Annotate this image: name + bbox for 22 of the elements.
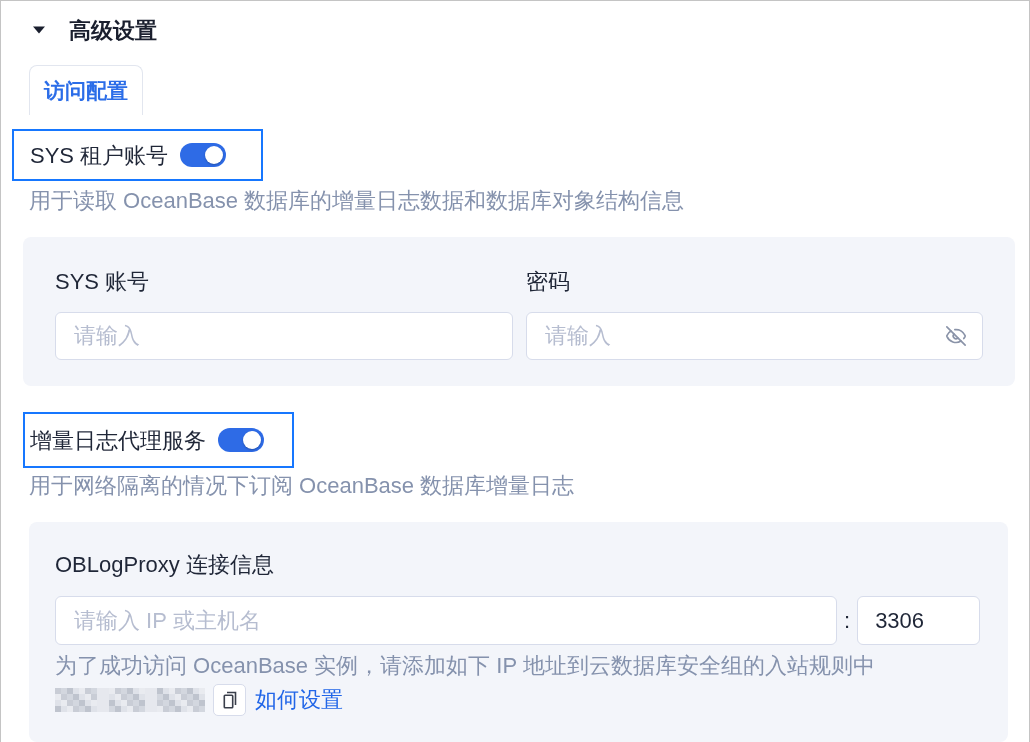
port-input[interactable]: 3306 <box>857 596 981 645</box>
tab[interactable]: 访问配置 <box>29 65 143 115</box>
description-text: 用于网络隔离的情况下订阅 OceanBase 数据库增量日志 <box>29 475 575 497</box>
copy-button[interactable] <box>213 684 246 716</box>
caret-icon[interactable] <box>33 24 45 36</box>
field-label: 密码 <box>525 271 570 293</box>
text-input[interactable]: 请输入 <box>55 312 513 360</box>
field-label: SYS 账号 <box>55 271 150 293</box>
separator-text: : <box>844 607 851 635</box>
eye-off-icon[interactable] <box>945 325 967 347</box>
password-input[interactable]: 请输入 <box>525 312 983 360</box>
toggle-switch[interactable] <box>180 143 227 167</box>
field-label: OBLogProxy 连接信息 <box>55 554 274 576</box>
hint-text: 为了成功访问 OceanBase 实例，请添加如下 IP 地址到云数据库安全组的入站规则中 <box>55 655 875 677</box>
host-input[interactable]: 请输入 IP 或主机名 <box>55 596 837 645</box>
help-link[interactable]: 如何设置 <box>255 689 343 711</box>
copy-icon <box>222 691 237 709</box>
section-title: 高级设置 <box>69 16 157 45</box>
description-text: 用于读取 OceanBase 数据库的增量日志数据和数据库对象结构信息 <box>29 190 685 212</box>
toggle-label: 增量日志代理服务 <box>30 426 206 455</box>
toggle-switch[interactable] <box>218 428 264 452</box>
toggle-label: SYS 租户账号 <box>30 141 169 170</box>
